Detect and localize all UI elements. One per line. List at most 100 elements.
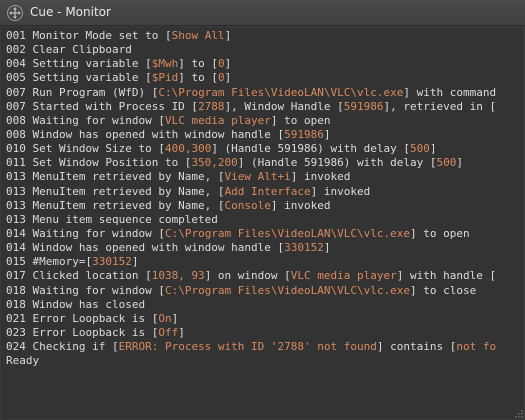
log-line: 018 Window has closed: [6, 298, 523, 312]
resize-grip-icon[interactable]: [513, 408, 523, 418]
log-line: 024 Checking if [ERROR: Process with ID …: [6, 340, 523, 354]
log-line: 023 Error Loopback is [Off]: [6, 326, 523, 340]
log-value: 591986: [343, 99, 384, 113]
log-text: 021 Error Loopback is [: [6, 311, 159, 325]
log-value: $Pid: [151, 71, 179, 85]
window-title: Cue - Monitor: [30, 5, 111, 19]
log-text: ] with handle [: [396, 269, 497, 283]
log-value: View Alt+i: [224, 170, 291, 184]
log-value: C:\Program Files\VideoLAN\VLC\vlc.exe: [158, 85, 404, 99]
log-line: 007 Run Program (WfD) [C:\Program Files\…: [6, 86, 523, 100]
log-text: 008 Window has opened with window handle…: [6, 127, 285, 141]
log-text: 013 Menu item sequence completed: [6, 212, 218, 226]
log-text: ] to close: [410, 283, 477, 297]
log-line: 014 Window has opened with window handle…: [6, 241, 523, 255]
monitor-log[interactable]: 001 Monitor Mode set to [Show All] 002 Cl…: [1, 27, 523, 419]
log-value: 350,200: [191, 156, 238, 170]
log-text: ] invoked: [270, 198, 331, 212]
log-text: 007 Started with Process ID [: [6, 99, 199, 113]
log-text: ], Window Handle [: [224, 99, 344, 113]
log-value: Show All: [171, 29, 225, 42]
log-text: 017 Clicked location [: [6, 269, 152, 283]
log-text: ]: [323, 241, 331, 255]
log-value: $Mwh: [151, 57, 179, 71]
log-text: ] invoked: [310, 184, 371, 198]
title-bar[interactable]: Cue - Monitor: [0, 0, 525, 26]
log-text: 013 MenuItem retrieved by Name, [: [6, 198, 225, 212]
log-line: 010 Set Window Size to [400,300] (Handle…: [6, 142, 523, 156]
log-value: Off: [158, 325, 179, 339]
log-value: On: [158, 311, 172, 325]
log-text: ]: [224, 57, 232, 71]
log-line: 015 #Memory=[330152]: [6, 255, 523, 269]
log-line: 004 Setting variable [$Mwh] to [0]: [6, 57, 523, 71]
log-line: 013 MenuItem retrieved by Name, [Add Int…: [6, 185, 523, 199]
log-text: ] invoked: [290, 170, 351, 184]
monitor-window: Cue - Monitor 001 Monitor Mode set to [S…: [0, 0, 525, 420]
log-text: 013 MenuItem retrieved by Name, [: [6, 184, 225, 198]
log-value: C:\Program Files\VideoLAN\VLC\vlc.exe: [164, 226, 410, 240]
log-line: 013 MenuItem retrieved by Name, [Console…: [6, 199, 523, 213]
log-text: 005 Setting variable [: [6, 71, 152, 85]
log-text: 002 Clear Clipboard: [6, 43, 132, 57]
log-text: ], retrieved in [: [383, 99, 497, 113]
log-text: ] to [: [178, 57, 218, 71]
log-text: ]: [171, 311, 179, 325]
log-line: 002 Clear Clipboard: [6, 43, 523, 57]
log-line: Ready: [6, 354, 523, 368]
log-value: not fo: [456, 340, 497, 354]
log-text: ] (Handle 591986) with delay [: [211, 142, 410, 156]
log-line: 014 Waiting for window [C:\Program Files…: [6, 227, 523, 241]
log-value: Console: [224, 198, 271, 212]
log-text: ] on window [: [204, 269, 291, 283]
log-value: 400,300: [164, 142, 212, 156]
log-text: ] to open: [270, 113, 331, 127]
log-value: VLC media player: [290, 269, 397, 283]
log-value: Add Interface: [224, 184, 311, 198]
log-text: ]: [323, 127, 331, 141]
log-value: C:\Program Files\VideoLAN\VLC\vlc.exe: [164, 283, 410, 297]
log-line: 013 MenuItem retrieved by Name, [View Al…: [6, 170, 523, 184]
log-text: 004 Setting variable [: [6, 57, 152, 71]
log-text: ]: [131, 255, 139, 269]
log-text: ] to [: [178, 71, 218, 85]
move-arrows-icon[interactable]: [6, 4, 24, 22]
log-text: 014 Window has opened with window handle…: [6, 241, 285, 255]
log-value: 1038, 93: [151, 269, 205, 283]
log-line: 021 Error Loopback is [On]: [6, 312, 523, 326]
log-text: 018 Waiting for window [: [6, 283, 165, 297]
log-value: VLC media player: [164, 113, 271, 127]
log-line: 008 Window has opened with window handle…: [6, 128, 523, 142]
log-text: 023 Error Loopback is [: [6, 325, 159, 339]
log-text: ]: [429, 142, 437, 156]
log-text: ] with command: [403, 85, 497, 99]
log-text: 015 #Memory=[: [6, 255, 93, 269]
log-text: 011 Set Window Position to [: [6, 156, 192, 170]
log-value: 500: [436, 156, 457, 170]
log-line: 011 Set Window Position to [350,200] (Ha…: [6, 156, 523, 170]
log-text: 008 Waiting for window [: [6, 113, 165, 127]
log-value: 2788: [198, 99, 225, 113]
log-text: 001 Monitor Mode set to [: [6, 29, 172, 42]
log-text: ]: [178, 325, 185, 339]
log-value: 500: [410, 142, 430, 156]
log-line: 007 Started with Process ID [2788], Wind…: [6, 100, 523, 114]
log-text: ]: [224, 71, 232, 85]
log-value: 330152: [92, 255, 132, 269]
log-line: 013 Menu item sequence completed: [6, 213, 523, 227]
log-line: 017 Clicked location [1038, 93] on windo…: [6, 269, 523, 283]
log-text: ]: [456, 156, 463, 170]
log-value: 591986: [284, 127, 324, 141]
log-text: Ready: [6, 354, 40, 368]
log-text: 014 Waiting for window [: [6, 226, 165, 240]
log-value: 0: [217, 57, 225, 71]
log-text: 007 Run Program (WfD) [: [6, 85, 159, 99]
log-line: 005 Setting variable [$Pid] to [0]: [6, 71, 523, 85]
log-value: 330152: [284, 241, 324, 255]
log-text: 010 Set Window Size to [: [6, 142, 165, 156]
log-line: 008 Waiting for window [VLC media player…: [6, 114, 523, 128]
log-text: ] contains [: [376, 340, 457, 354]
log-text: 013 MenuItem retrieved by Name, [: [6, 170, 225, 184]
log-text: ] (Handle 591986) with delay [: [237, 156, 437, 170]
log-text: ] to open: [410, 226, 470, 240]
